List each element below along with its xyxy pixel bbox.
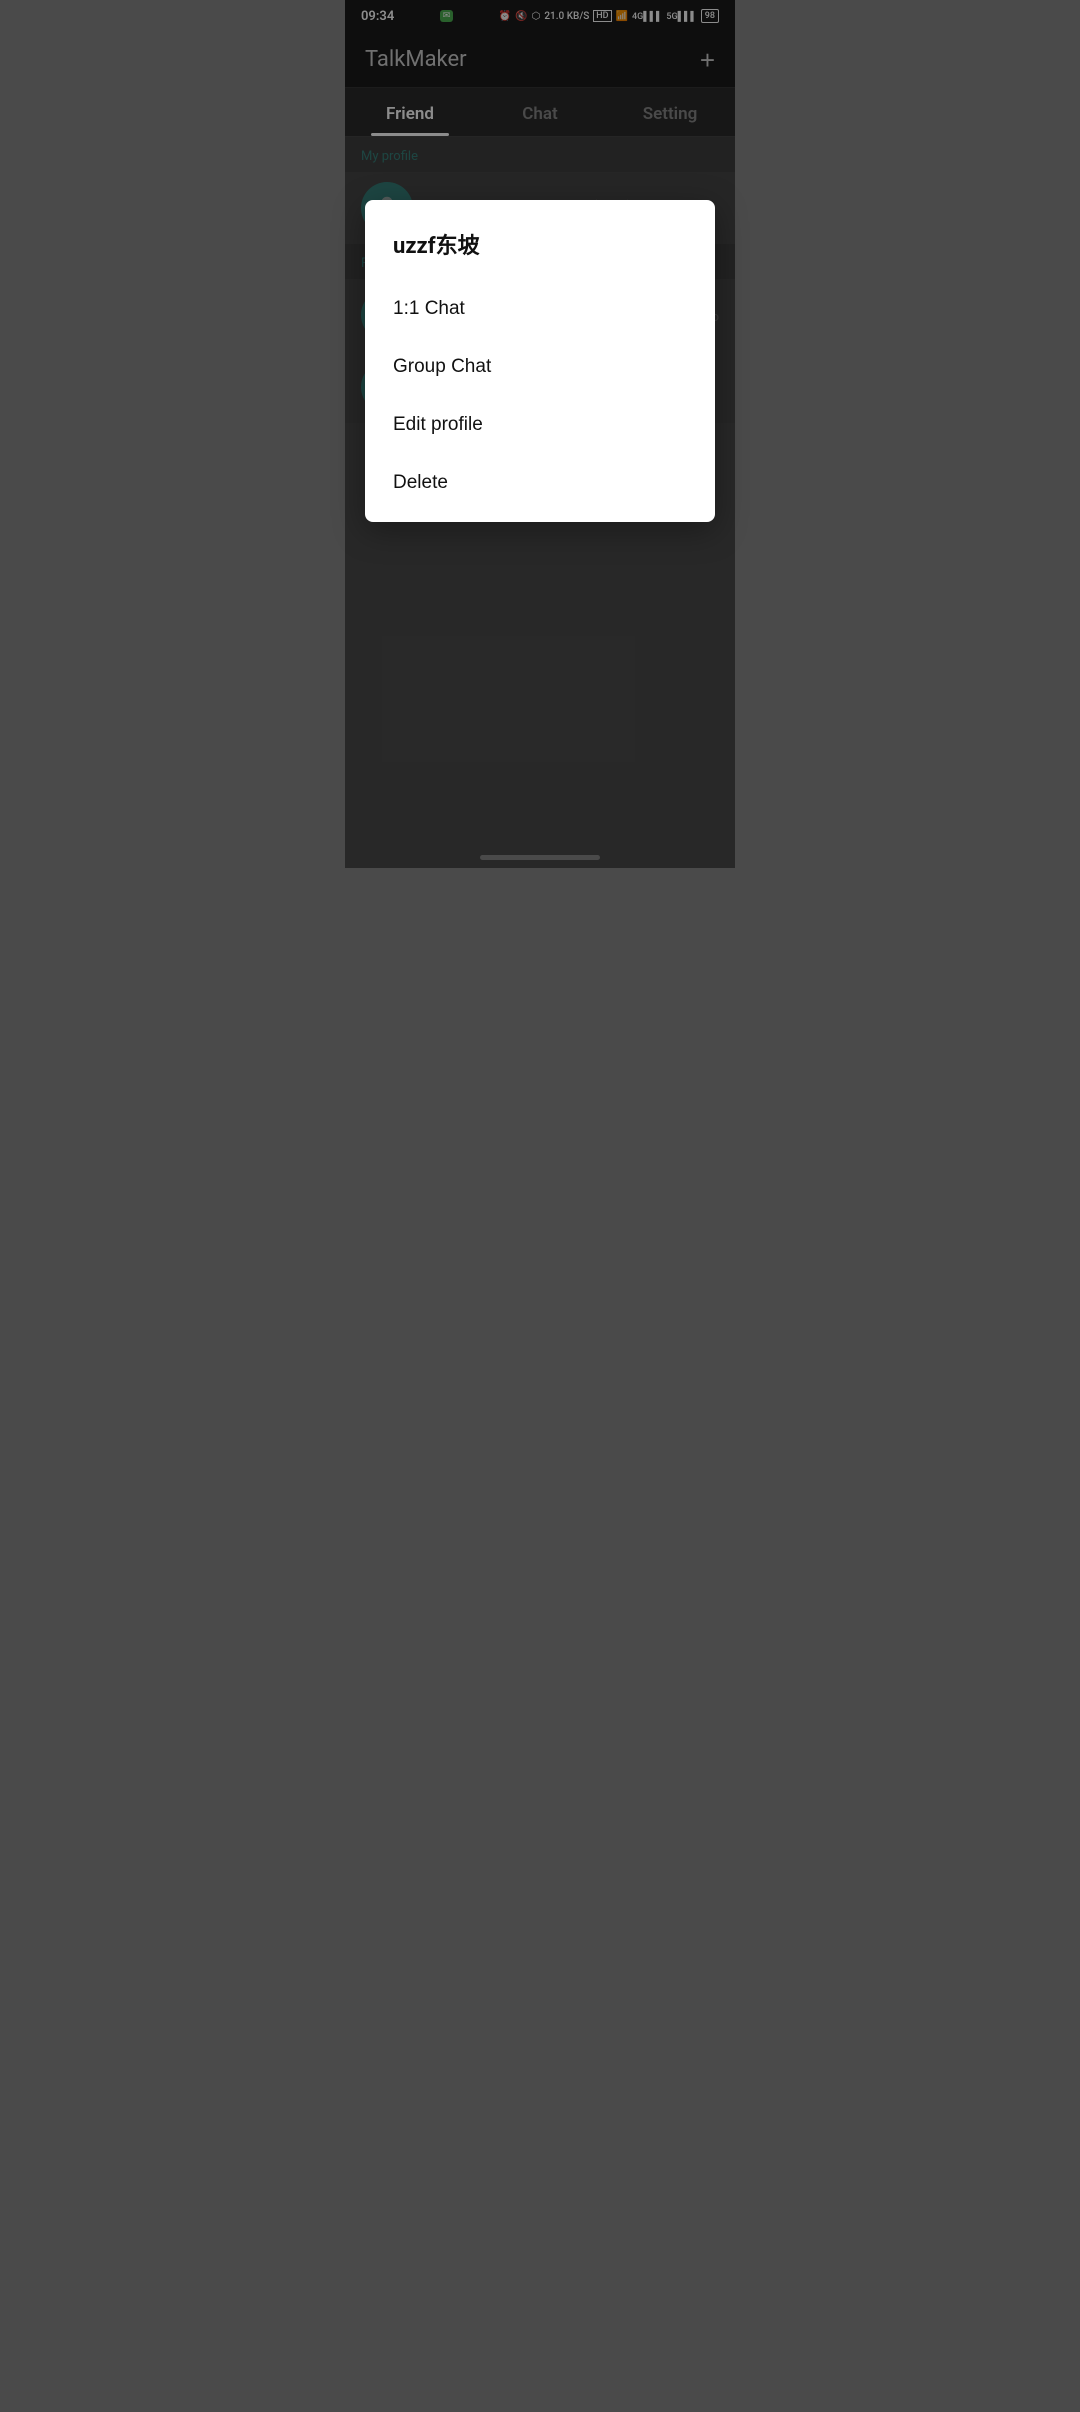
menu-username: uzzf东坡 bbox=[365, 220, 715, 280]
menu-item-group-chat[interactable]: Group Chat bbox=[365, 338, 715, 396]
menu-item-delete[interactable]: Delete bbox=[365, 454, 715, 512]
context-menu: uzzf东坡 1:1 Chat Group Chat Edit profile … bbox=[365, 200, 715, 522]
menu-item-edit-profile[interactable]: Edit profile bbox=[365, 396, 715, 454]
menu-item-1on1-chat[interactable]: 1:1 Chat bbox=[365, 280, 715, 338]
